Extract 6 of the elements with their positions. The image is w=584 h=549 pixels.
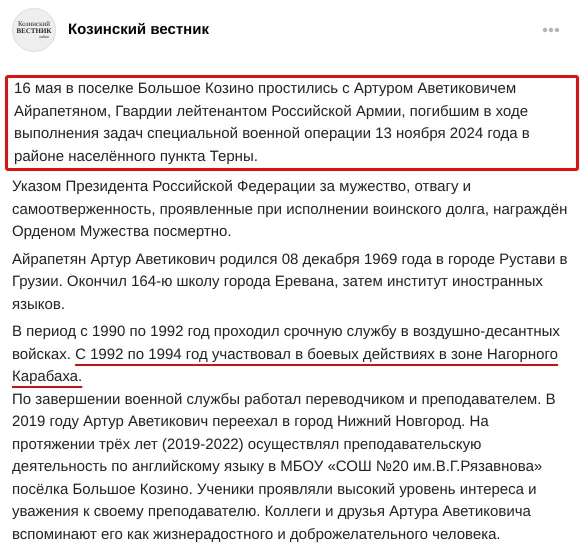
channel-title: Козинский вестник	[68, 20, 209, 40]
more-icon[interactable]	[542, 27, 560, 33]
post-paragraph: Указом Президента Российской Федерации за мужество, отвагу и самоотверженность, проявленные при исполнении воинского долга, награждён Орденом Мужества посмертно.	[11, 177, 568, 242]
post-paragraph: 16 мая в поселке Большое Козино простились с Артуром Аветиковичем Айрапетяном, Гвардии лейтенантом Российской Армии, погибшим в ходе выполнения задач специальной военной операции 13 ноября 2024 года в районе населённого пункта Терны.	[5, 75, 579, 171]
post-paragraph: Айрапетян Артур Аветикович родился 08 декабря 1969 года в городе Рустави в Грузии. Окончил 164-ю школу города Еревана, затем институт иностранных языков.	[11, 250, 568, 314]
post-paragraph: В период с 1990 по 1992 год проходил срочную службу в воздушно-десантных войсках. С 1992 по 1994 год участвовал в боевых действиях в зоне Нагорного Карабаха. По завершении военной службы работал переводчиком и преподавателем. В 2019 году Артур Аветикович переехал в город Нижний Новгород. На протяжении трёх лет (2019-2022) осуществлял преподавательскую деятельность по английскому языку в МБОУ «СОШ №20 им.В.Г.Рязавнова» посёлка Большое Козино. Ученики проявляли высокий уровень интереса и уважения к своему преподавателю. Коллеги и друзья Артура Аветиковича вспоминают его как жизнерадостного и доброжелательного человека.	[11, 322, 561, 544]
